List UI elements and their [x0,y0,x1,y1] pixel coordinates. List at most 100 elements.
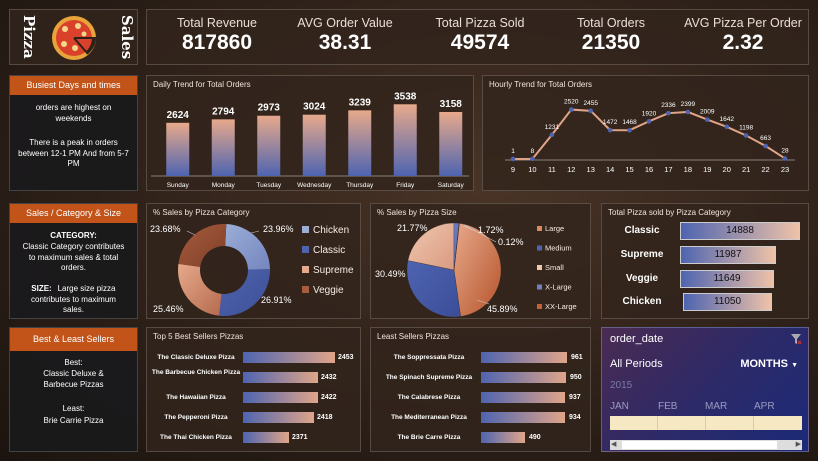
bar-value: 3239 [349,97,372,108]
busiest-line2: There is a peak in orders between 12-1 P… [18,138,129,168]
timeline-bar[interactable] [610,416,802,430]
pizza-sold-by-category-panel: Total Pizza sold by Pizza Category Class… [601,203,809,319]
clear-filter-icon[interactable] [790,332,802,345]
top5-value: 2418 [317,414,333,421]
legend-swatch [302,266,309,273]
logo-word-pizza: Pizza [20,15,38,59]
slice-label: 23.68% [150,224,181,234]
kpi-total-revenue: Total Revenue 817860 [147,16,287,55]
slice-label: 1.72% [478,225,504,235]
category-bar: 14888 [680,222,800,240]
point-label: 2455 [583,100,598,107]
x-tick-label: Saturday [438,182,465,189]
bar-friday [393,104,417,176]
scroll-thumb[interactable] [622,441,777,449]
kpi-value: 49574 [450,31,510,54]
legend-swatch [302,226,309,233]
category-label: Supreme [620,249,664,260]
pizza-sold-by-category-title: Total Pizza sold by Pizza Category [608,208,731,217]
hourly-point [782,156,788,161]
kpi-total-orders: Total Orders 21350 [541,16,681,55]
hourly-point [724,124,730,130]
legend-swatch [537,245,542,251]
kpi-avg-pizza-per-order: AVG Pizza Per Order 2.32 [673,16,813,55]
busiest-header: Busiest Days and times [10,76,137,95]
bar-thursday [348,110,372,176]
least5-panel: Least Sellers Pizzas The Soppressata Piz… [370,327,591,452]
month-apr[interactable]: APR [754,401,775,412]
least-text: Brie Carrie Pizza [43,416,104,425]
point-label: 2336 [661,102,676,109]
top5-value: 2371 [292,434,308,441]
top5-panel: Top 5 Best Sellers Pizzas The Classic De… [146,327,361,452]
timeline-unit-label: MONTHS [740,358,788,370]
top5-value: 2432 [321,374,337,381]
x-tick-label: Monday [212,182,236,189]
bar-tuesday [257,115,281,176]
slice-label: 23.96% [263,224,294,234]
sales-category-panel: Sales / Category & Size CATEGORY: Classi… [9,203,138,319]
x-tick-label: 9 [511,165,515,174]
x-tick-label: Tuesday [256,182,281,189]
month-feb[interactable]: FEB [658,401,677,412]
top5-value: 2453 [338,354,354,361]
bar-value: 2624 [167,110,190,121]
slice-label: 25.46% [153,304,184,314]
least5-bar [481,412,565,423]
least5-bar [481,432,525,443]
timeline-title: order_date [610,333,664,345]
pie-slice-large [453,223,502,317]
busiest-panel: Busiest Days and times orders are highes… [9,75,138,191]
daily-trend-panel: Daily Trend for Total Orders 2624 Sunday 2… [146,75,474,191]
logo-panel: Pizza Sales [9,9,138,65]
timeline-slicer[interactable]: order_date All Periods MONTHS ▼ 2015 JAN… [601,327,809,452]
point-label: 1231 [545,124,560,131]
bar-wednesday [302,114,326,176]
least5-label: The Spinach Supreme Pizza [385,374,473,381]
best-text: Classic Deluxe & Barbecue Pizzas [43,369,104,389]
month-jan[interactable]: JAN [610,401,629,412]
category-donut-chart: 23.96% 26.91% 25.46% 23.68% Chicken Classic Su… [150,224,354,316]
legend-label: Classic [313,245,345,256]
kpi-total-pizza-sold: Total Pizza Sold 49574 [410,16,550,55]
legend-swatch [537,304,542,309]
top5-title: Top 5 Best Sellers Pizzas [153,332,244,341]
legend-label: Large [545,224,564,233]
timeline-period: All Periods [610,358,663,370]
hourly-point [763,143,768,149]
timeline-unit-dropdown[interactable]: MONTHS ▼ [740,358,798,370]
category-bar: 11987 [680,246,776,264]
size-pie-chart: 45.89% 30.49% 21.77% 1.72% 0.12% Large Medium S… [375,222,577,318]
category-label: Chicken [622,296,662,307]
slice-label: 21.77% [397,223,428,233]
least5-bar [481,392,565,403]
pizza-icon [50,14,98,62]
timeline-scrollbar[interactable]: ◀ ▶ [610,440,802,450]
top5-bar [243,412,314,423]
category-heading: CATEGORY: [50,231,97,240]
bar-value: 3158 [440,99,463,110]
x-tick-label: 11 [548,165,556,174]
point-label: 1198 [739,125,753,132]
bar-value: 2794 [212,106,235,117]
scroll-left-icon[interactable]: ◀ [611,440,616,448]
legend-label: Chicken [313,225,349,236]
x-tick-label: 12 [567,165,575,174]
legend-swatch [302,286,309,293]
top5-bar [243,432,289,443]
leader-line [250,230,260,234]
kpi-value: 21350 [581,31,641,54]
best-heading: Best: [64,358,83,367]
scroll-right-icon[interactable]: ▶ [796,440,801,448]
month-mar[interactable]: MAR [705,401,727,412]
hourly-point [607,127,613,133]
bar-monday [211,119,235,176]
top5-label: The Hawaiian Pizza [166,394,226,401]
point-label: 2009 [700,109,715,116]
leader-line [186,230,196,236]
top5-label: The Classic Deluxe Pizza [157,354,235,361]
top5-label: The Thai Chicken Pizza [160,434,232,441]
least5-value: 490 [529,434,541,441]
top5-label: The Pepperoni Pizza [164,414,228,421]
x-tick-label: 14 [606,165,614,174]
